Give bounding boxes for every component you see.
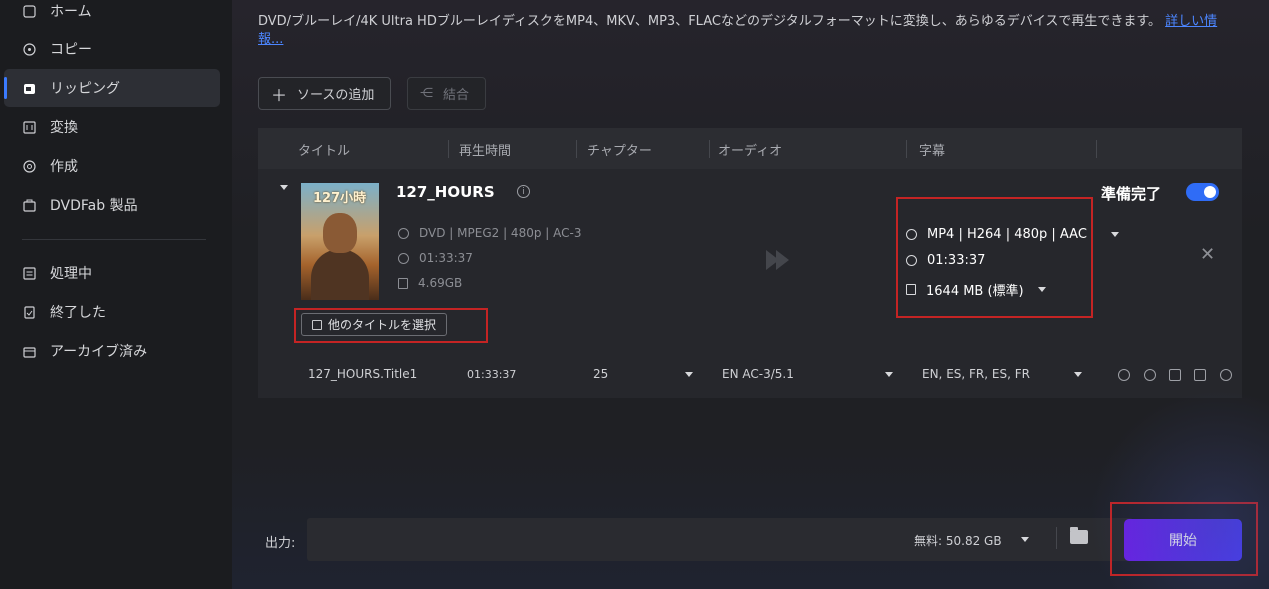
plus-icon: ＋ (271, 85, 288, 105)
chevron-down-icon[interactable] (685, 372, 693, 377)
output-path-field[interactable] (307, 518, 1133, 561)
sidebar-item-home[interactable]: ホーム (4, 0, 220, 30)
copy-icon (22, 42, 36, 56)
merge-icon: ⋲ (420, 86, 433, 101)
sidebar-item-archive[interactable]: アーカイブ済み (4, 332, 220, 370)
sidebar-item-products[interactable]: DVDFab 製品 (4, 186, 220, 224)
ready-label: 準備完了 (1101, 185, 1162, 203)
chevron-down-icon (1110, 232, 1119, 237)
source-duration-text: 01:33:37 (419, 251, 473, 265)
add-source-button[interactable]: ＋ ソースの追加 (258, 77, 391, 110)
header-divider (906, 140, 907, 158)
item-title: 127_HOURS (396, 183, 495, 201)
folder-icon[interactable] (1070, 527, 1088, 544)
highlight-box (294, 308, 488, 343)
audio-select[interactable]: EN AC-3/5.1 (722, 367, 794, 381)
sidebar-item-processing[interactable]: 処理中 (4, 254, 220, 292)
start-label: 開始 (1169, 533, 1197, 549)
edit-video-icon[interactable] (1169, 369, 1181, 381)
play-icon[interactable] (1118, 369, 1130, 381)
home-icon (22, 4, 36, 18)
sidebar-divider (22, 239, 206, 240)
finished-icon (22, 305, 36, 319)
header-chapters: チャプター (587, 144, 652, 159)
sidebar-item-convert[interactable]: 変換 (4, 108, 220, 146)
close-icon[interactable]: ✕ (1200, 244, 1215, 265)
sidebar: ホーム コピー リッピング 変換 作成 DVDFab 製品 処理中 終了した ア… (0, 0, 232, 589)
sidebar-item-label: 終了した (50, 305, 106, 321)
ready-toggle[interactable] (1186, 183, 1219, 201)
merge-label: 結合 (443, 88, 470, 103)
main-panel: DVD/ブルーレイ/4K Ultra HDブルーレイディスクをMP4、MKV、M… (232, 0, 1269, 589)
subtitle-select[interactable]: EN, ES, FR, ES, FR (922, 367, 1030, 381)
output-divider (1056, 527, 1057, 549)
add-source-label: ソースの追加 (297, 88, 375, 103)
disc-icon (398, 227, 409, 239)
sidebar-item-ripper[interactable]: リッピング (4, 69, 220, 107)
remove-icon[interactable] (1220, 369, 1232, 381)
chapter-select[interactable]: 25 (593, 367, 608, 381)
poster-title: 127小時 (313, 191, 367, 206)
sidebar-item-label: ホーム (50, 4, 92, 20)
settings-icon[interactable] (1144, 369, 1156, 381)
highlight-box (1110, 502, 1258, 576)
header-divider (709, 140, 710, 158)
row-duration: 01:33:37 (467, 368, 517, 381)
header-subtitles: 字幕 (919, 144, 946, 159)
description-text: DVD/ブルーレイ/4K Ultra HDブルーレイディスクをMP4、MKV、M… (258, 14, 1162, 29)
chevron-down-icon[interactable] (1074, 372, 1082, 377)
clock-icon (398, 252, 409, 264)
source-size-text: 4.69GB (418, 276, 463, 290)
source-format: DVD | MPEG2 | 480p | AC-3 (398, 226, 581, 240)
sidebar-item-label: コピー (50, 42, 92, 58)
sidebar-item-label: リッピング (50, 81, 120, 97)
convert-icon (22, 120, 36, 134)
poster-figure-body (311, 249, 369, 300)
products-icon (22, 198, 36, 212)
sidebar-item-copy[interactable]: コピー (4, 30, 220, 68)
crop-icon[interactable] (1194, 369, 1206, 381)
header-divider (1096, 140, 1097, 158)
convert-arrow-icon (766, 250, 789, 270)
create-icon (22, 159, 36, 173)
sidebar-item-label: 変換 (50, 120, 78, 136)
output-label: 出力: (265, 536, 296, 551)
collapse-toggle-icon[interactable] (280, 185, 288, 190)
source-format-text: DVD | MPEG2 | 480p | AC-3 (419, 226, 582, 240)
sidebar-item-label: アーカイブ済み (50, 344, 148, 360)
free-space: 無料: 50.82 GB (914, 534, 1002, 548)
sidebar-item-finished[interactable]: 終了した (4, 293, 220, 331)
highlight-box (896, 197, 1093, 318)
processing-icon (22, 266, 36, 280)
table-header: タイトル 再生時間 チャプター オーディオ 字幕 (258, 128, 1242, 169)
sidebar-item-create[interactable]: 作成 (4, 147, 220, 185)
info-icon[interactable]: i (517, 185, 530, 198)
header-divider (448, 140, 449, 158)
sidebar-item-label: 作成 (50, 159, 78, 175)
header-divider (576, 140, 577, 158)
header-title: タイトル (298, 144, 351, 159)
source-duration: 01:33:37 (398, 251, 473, 265)
description: DVD/ブルーレイ/4K Ultra HDブルーレイディスクをMP4、MKV、M… (258, 13, 1238, 49)
source-size: 4.69GB (398, 276, 462, 290)
row-title: 127_HOURS.Title1 (308, 367, 418, 381)
sidebar-item-label: 処理中 (50, 266, 92, 282)
sidebar-item-label: DVDFab 製品 (50, 198, 138, 214)
movie-poster: 127小時 (301, 183, 379, 300)
chevron-down-icon[interactable] (1021, 537, 1029, 542)
title-table: タイトル 再生時間 チャプター オーディオ 字幕 127小時 127_HOURS… (258, 128, 1242, 398)
archive-icon (22, 344, 36, 358)
header-audio: オーディオ (718, 144, 783, 159)
chevron-down-icon[interactable] (885, 372, 893, 377)
poster-figure-face (323, 213, 357, 253)
ripper-icon (22, 81, 36, 95)
start-button[interactable]: 開始 (1124, 519, 1242, 561)
merge-button[interactable]: ⋲ 結合 (407, 77, 486, 110)
header-duration: 再生時間 (459, 144, 512, 159)
file-icon (398, 277, 408, 289)
